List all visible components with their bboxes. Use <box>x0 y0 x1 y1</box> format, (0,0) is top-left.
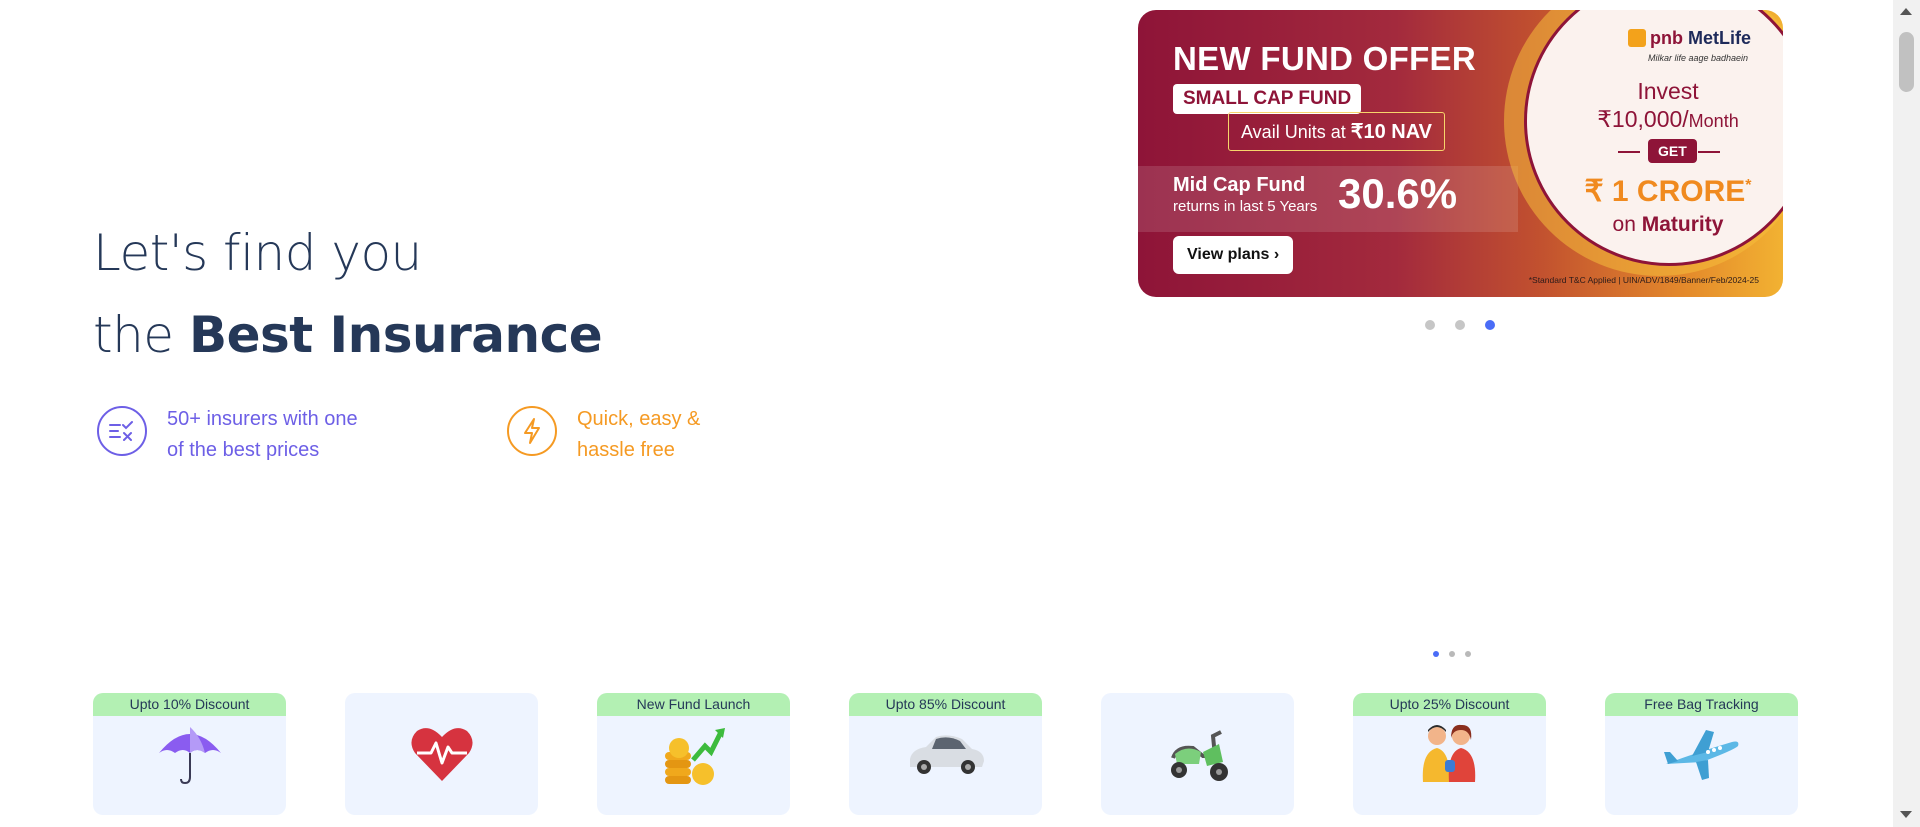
hero-line-2: the Best Insurance <box>93 288 603 382</box>
logo-metlife: MetLife <box>1688 28 1752 48</box>
airplane-icon <box>1659 716 1745 792</box>
product-dot-1[interactable] <box>1433 651 1439 657</box>
banner-mid-sub: returns in last 5 Years <box>1173 198 1318 215</box>
banner-headline: NEW FUND OFFER <box>1173 40 1477 77</box>
chevron-right-icon: › <box>1273 246 1280 263</box>
product-tag: Upto 10% Discount <box>93 693 286 716</box>
feature-quick-text: Quick, easy & hassle free <box>577 404 797 466</box>
scroll-up-icon[interactable] <box>1900 8 1912 15</box>
logo-pnb: pnb <box>1650 28 1683 48</box>
banner-crore: ₹ 1 CRORE* <box>1568 174 1768 209</box>
banner-avail-prefix: Avail Units at <box>1241 122 1351 142</box>
product-carousel-dots <box>1433 651 1471 657</box>
coins-growth-icon <box>651 716 737 792</box>
feature-insurers-line-2: of the best prices <box>167 439 320 461</box>
product-tag: New Fund Launch <box>597 693 790 716</box>
product-dot-2[interactable] <box>1449 651 1455 657</box>
carousel-dot-3[interactable] <box>1485 320 1495 330</box>
banner-invest: Invest <box>1637 78 1699 104</box>
lightning-icon <box>507 406 557 456</box>
banner-disclaimer: *Standard T&C Applied | UIN/ADV/1849/Ban… <box>1528 275 1759 285</box>
pnb-logo-icon <box>1628 29 1646 47</box>
compare-icon <box>97 406 147 456</box>
banner-maturity: on Maturity <box>1568 213 1768 237</box>
banner-fund-tag: SMALL CAP FUND <box>1173 84 1362 114</box>
banner-amount-value: ₹10,000/ <box>1597 106 1689 132</box>
promo-banner[interactable]: NEW FUND OFFER SMALL CAP FUND Avail Unit… <box>1138 10 1783 297</box>
banner-crore-mark: * <box>1745 177 1752 194</box>
product-card-car[interactable]: Upto 85% Discount <box>849 693 1042 815</box>
banner-tagline: Milkar life aage badhaein <box>1648 53 1749 63</box>
feature-quick: Quick, easy & hassle free <box>507 404 797 466</box>
product-dot-3[interactable] <box>1465 651 1471 657</box>
product-cards: Upto 10% Discount New Fund Launch Upto 8… <box>93 693 1798 815</box>
heart-pulse-icon <box>399 716 485 792</box>
hero-line-2-prefix: the <box>93 306 189 364</box>
banner-avail: Avail Units at ₹10 NAV <box>1228 112 1445 151</box>
pnb-metlife-logo: pnb MetLife <box>1628 28 1751 49</box>
banner-mid-pct: 30.6% <box>1338 170 1458 217</box>
family-icon <box>1407 716 1493 792</box>
product-card-health[interactable] <box>345 693 538 815</box>
product-tag: Upto 25% Discount <box>1353 693 1546 716</box>
hero-line-2-bold: Best Insurance <box>188 306 603 364</box>
feature-quick-line-1: Quick, easy & <box>577 408 701 430</box>
scooter-icon <box>1155 716 1241 792</box>
umbrella-icon <box>147 716 233 792</box>
banner-mid-name: Mid Cap Fund <box>1173 174 1306 196</box>
product-card-term[interactable]: Upto 10% Discount <box>93 693 286 815</box>
banner-get-line-left <box>1618 151 1640 153</box>
carousel-dot-1[interactable] <box>1425 320 1435 330</box>
banner-crore-value: ₹ 1 CRORE <box>1584 175 1746 208</box>
scroll-down-icon[interactable] <box>1900 811 1912 818</box>
page-scrollbar[interactable] <box>1893 0 1920 827</box>
product-card-family[interactable]: Upto 25% Discount <box>1353 693 1546 815</box>
banner-maturity-bold: Maturity <box>1641 213 1724 236</box>
feature-insurers: 50+ insurers with one of the best prices <box>97 404 387 466</box>
product-card-investment[interactable]: New Fund Launch <box>597 693 790 815</box>
feature-insurers-text: 50+ insurers with one of the best prices <box>167 404 387 466</box>
car-icon <box>903 716 989 792</box>
view-plans-label: View plans <box>1187 246 1270 263</box>
scrollbar-thumb[interactable] <box>1899 32 1914 92</box>
product-tag: Free Bag Tracking <box>1605 693 1798 716</box>
product-card-bike[interactable] <box>1101 693 1294 815</box>
hero-line-1: Let's find you <box>93 224 422 282</box>
feature-insurers-line-1: 50+ insurers with one <box>167 408 358 430</box>
banner-get-line-right <box>1698 151 1720 153</box>
banner-avail-value: ₹10 NAV <box>1350 121 1432 143</box>
view-plans-button[interactable]: View plans › <box>1173 236 1294 274</box>
product-tag: Upto 85% Discount <box>849 693 1042 716</box>
feature-quick-line-2: hassle free <box>577 439 675 461</box>
product-card-travel[interactable]: Free Bag Tracking <box>1605 693 1798 815</box>
banner-maturity-prefix: on <box>1612 213 1642 236</box>
banner-amount-unit: Month <box>1688 111 1739 131</box>
carousel-dot-2[interactable] <box>1455 320 1465 330</box>
hero-heading: Let's find you the Best Insurance <box>93 218 603 382</box>
page: Let's find you the Best Insurance 50+ in… <box>0 0 1920 827</box>
banner-carousel-dots <box>1425 320 1495 330</box>
banner-get: GET <box>1648 139 1697 163</box>
banner-amount: ₹10,000/Month <box>1568 104 1768 136</box>
